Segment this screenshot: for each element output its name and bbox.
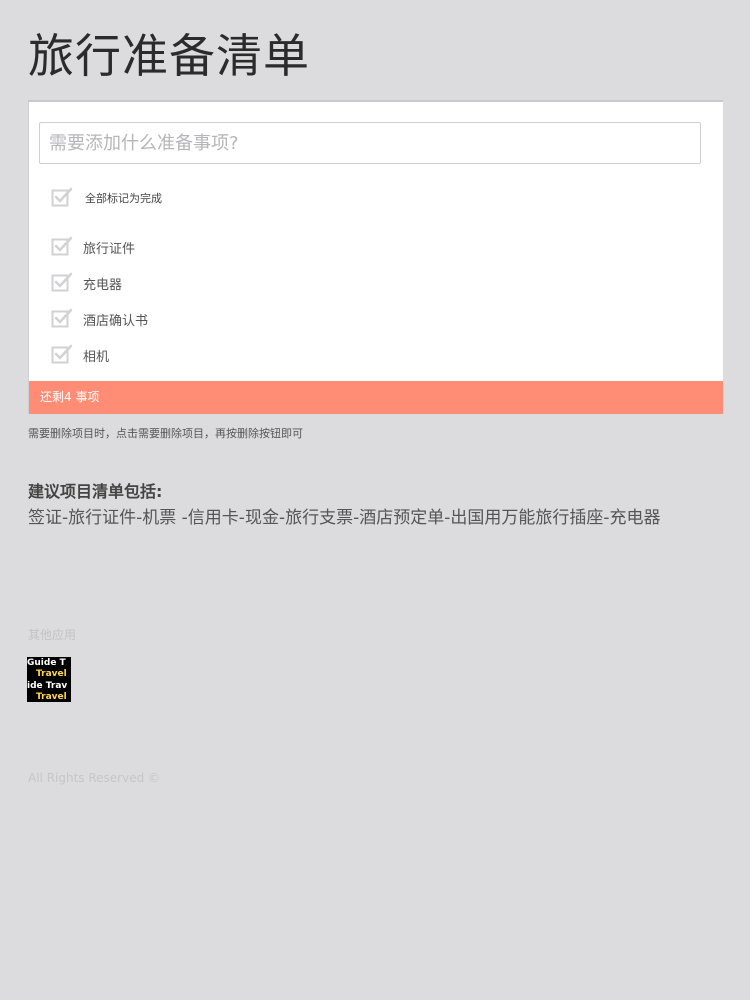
suggestions-heading: 建议项目清单包括: [28, 482, 163, 501]
copyright: All Rights Reserved © [28, 771, 161, 785]
page-title: 旅行准备清单 [28, 29, 310, 83]
todo-item-label: 酒店确认书 [83, 313, 149, 329]
travel-guide-app-thumbnail[interactable]: Guide T Travel ide Trav Travel [27, 657, 71, 702]
remaining-count: 还剩4 事项 [40, 390, 100, 404]
todo-item-label: 充电器 [83, 277, 123, 293]
page: 旅行准备清单 全部标记为完成 旅行证件 充电器 酒店确认书 [0, 0, 750, 1000]
checkbox-icon[interactable] [51, 236, 73, 258]
remaining-count-bar: 还剩4 事项 [29, 381, 723, 414]
checkbox-icon[interactable] [51, 308, 73, 330]
new-item-input[interactable] [39, 122, 701, 164]
todo-item[interactable]: 旅行证件 [51, 235, 135, 259]
todo-card: 全部标记为完成 旅行证件 充电器 酒店确认书 相机 [28, 100, 723, 414]
checkbox-icon[interactable] [51, 187, 73, 209]
thumb-line: Travel [36, 669, 67, 679]
toggle-all[interactable]: 全部标记为完成 [51, 186, 162, 210]
delete-hint: 需要删除项目时，点击需要删除项目，再按删除按钮即可 [28, 427, 303, 440]
todo-item[interactable]: 酒店确认书 [51, 307, 148, 331]
todo-item[interactable]: 充电器 [51, 271, 122, 295]
suggestions-text: 签证-旅行证件-机票 -信用卡-现金-旅行支票-酒店预定单-出国用万能旅行插座-… [28, 508, 661, 528]
other-apps-heading: 其他应用 [28, 628, 77, 642]
thumb-line: Travel [36, 692, 67, 702]
thumb-line: ide Trav [27, 681, 68, 691]
todo-item-label: 相机 [83, 349, 110, 365]
checkbox-icon[interactable] [51, 272, 73, 294]
todo-item-label: 旅行证件 [83, 241, 136, 257]
toggle-all-label: 全部标记为完成 [85, 192, 162, 205]
thumb-line: Guide T [27, 658, 66, 668]
todo-item[interactable]: 相机 [51, 343, 109, 367]
checkbox-icon[interactable] [51, 344, 73, 366]
